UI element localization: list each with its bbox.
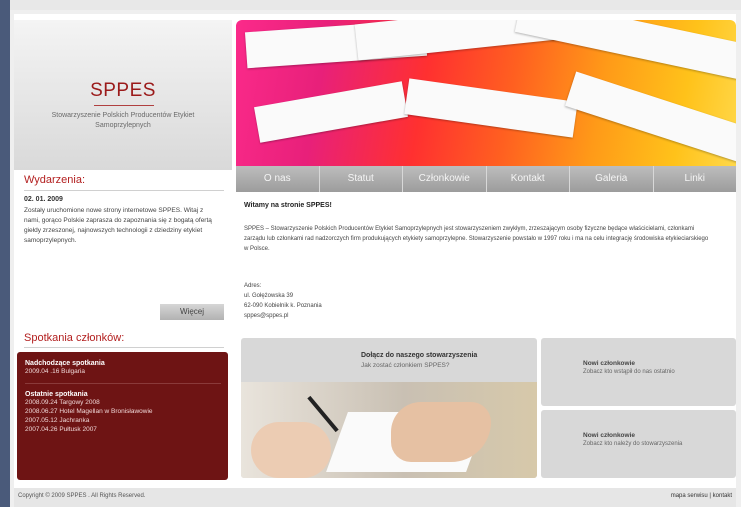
banner-swatch [565,71,736,165]
members-list-box[interactable]: Nowi członkowie Zobacz kto należy do sto… [541,410,736,478]
meeting-item[interactable]: 2007.05.12 Jachranka [25,416,221,425]
banner-swatch [254,81,408,143]
members-list-subtitle: Zobacz kto należy do stowarzyszenia [583,441,683,447]
join-association-box[interactable]: Dołącz do naszego stowarzyszenia Jak zos… [241,338,537,478]
intro-text: SPPES – Stowarzyszenie Polskich Producen… [244,226,709,252]
left-accent-bar [0,0,10,507]
meeting-item[interactable]: 2009.04 .16 Bulgaria [25,367,221,376]
nav-item-linki[interactable]: Linki [654,166,737,192]
more-button[interactable]: Więcej [160,304,224,320]
nav-item-galeria[interactable]: Galeria [570,166,654,192]
contact-link[interactable]: kontakt [713,493,732,499]
nav-item-o-nas[interactable]: O nas [236,166,320,192]
footer-links: mapa serwisu | kontakt [671,493,732,499]
logo-underline [94,105,154,106]
divider [25,383,221,384]
top-strip [0,0,741,10]
footer: Copyright © 2009 SPPES . All Rights Rese… [14,488,736,507]
events-title: Wydarzenia: [24,174,86,186]
recent-meetings-heading: Ostatnie spotkania [25,391,88,398]
banner-swatch [404,78,578,138]
banner-swatch [514,20,736,80]
meeting-item[interactable]: 2008.06.27 Hotel Magellan w Bronisławowi… [25,407,221,416]
new-members-box[interactable]: Nowi członkowie Zobacz kto wstąpił do na… [541,338,736,406]
nav-item-kontakt[interactable]: Kontakt [487,166,570,192]
photo-hand [391,402,491,462]
sitemap-link[interactable]: mapa serwisu [671,493,708,499]
meeting-item[interactable]: 2008.09.24 Targowy 2008 [25,398,221,407]
new-members-title: Nowi członkowie [583,360,636,367]
address-city: 62-090 Kobielnik k. Poznania [244,303,322,309]
divider [24,190,224,191]
join-box-subtitle: Jak zostać członkiem SPPES? [361,362,450,369]
divider [24,347,224,348]
copyright-text: Copyright © 2009 SPPES . All Rights Rese… [18,493,146,499]
events-panel: Wydarzenia: 02. 01. 2009 Zostały uruchom… [14,174,232,324]
address-email[interactable]: sppes@sppes.pl [244,311,322,321]
page-frame: SPPES Stowarzyszenie Polskich Producentó… [0,0,741,507]
nav-item-czlonkowie[interactable]: Członkowie [403,166,487,192]
meetings-title: Spotkania członków: [24,332,125,344]
photo-hand [251,422,331,478]
new-members-subtitle: Zobacz kto wstąpił do nas ostatnio [583,369,675,375]
signing-photo [241,382,537,478]
logo-title: SPPES [90,80,156,101]
event-text: Zostały uruchomione nowe strony internet… [24,207,212,244]
logo-panel[interactable]: SPPES Stowarzyszenie Polskich Producentó… [14,20,232,170]
main-nav: O nas Statut Członkowie Kontakt Galeria … [236,166,736,192]
nav-item-statut[interactable]: Statut [320,166,403,192]
members-list-title: Nowi członkowie [583,432,636,439]
address-label: Adres: [244,283,262,289]
upcoming-meetings-heading: Nadchodzące spotkania [25,360,105,367]
address-block: Adres: ul. Gołężowska 39 62-090 Kobielni… [244,281,322,321]
address-street: ul. Gołężowska 39 [244,293,294,299]
header-banner-image [236,20,736,166]
meetings-box: Nadchodzące spotkania 2009.04 .16 Bulgar… [17,352,228,480]
event-date: 02. 01. 2009 [24,196,63,203]
footer-separator: | [709,493,711,499]
page: SPPES Stowarzyszenie Polskich Producentó… [14,14,736,488]
welcome-heading: Witamy na stronie SPPES! [244,202,332,209]
join-box-title: Dołącz do naszego stowarzyszenia [361,352,478,359]
logo-subtitle: Stowarzyszenie Polskich Producentów Etyk… [51,112,195,129]
meeting-item[interactable]: 2007.04.26 Pułtusk 2007 [25,425,221,434]
